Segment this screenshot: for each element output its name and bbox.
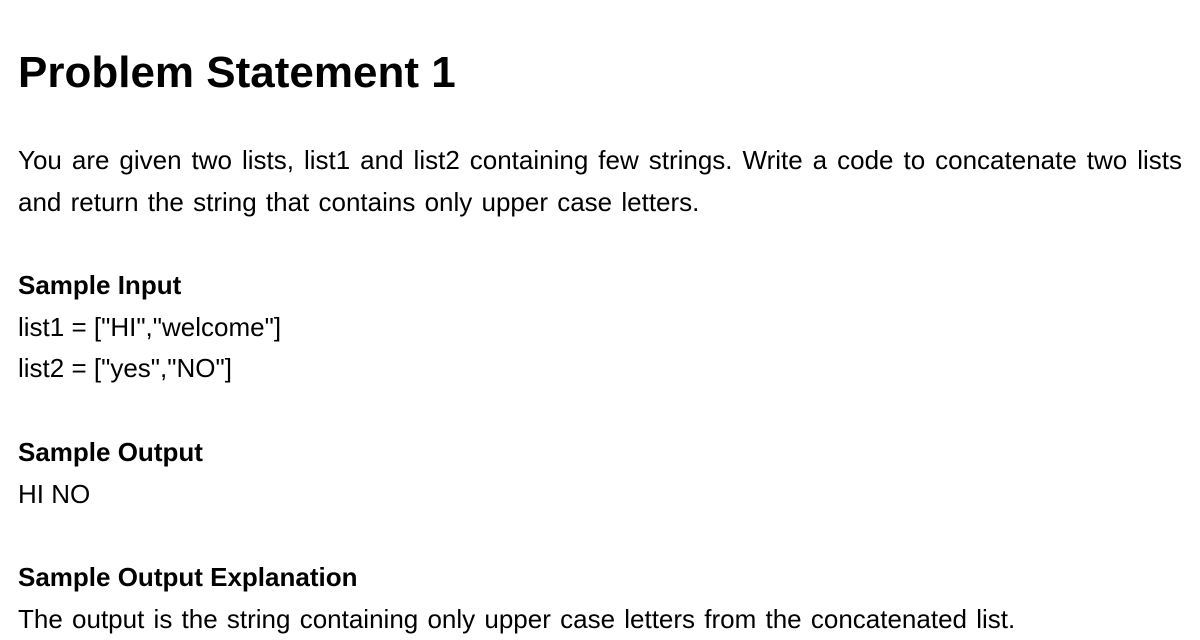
- problem-title: Problem Statement 1: [18, 48, 1182, 98]
- sample-input-section: Sample Input list1 = ["HI","welcome"] li…: [18, 265, 1182, 390]
- sample-input-line-1: list1 = ["HI","welcome"]: [18, 307, 1182, 349]
- sample-output-value: HI NO: [18, 474, 1182, 516]
- sample-output-section: Sample Output HI NO: [18, 432, 1182, 515]
- sample-input-heading: Sample Input: [18, 265, 1182, 307]
- sample-input-line-2: list2 = ["yes","NO"]: [18, 348, 1182, 390]
- problem-description: You are given two lists, list1 and list2…: [18, 140, 1182, 223]
- sample-output-explanation-text: The output is the string containing only…: [18, 599, 1182, 640]
- sample-output-heading: Sample Output: [18, 432, 1182, 474]
- sample-output-explanation-heading: Sample Output Explanation: [18, 557, 1182, 599]
